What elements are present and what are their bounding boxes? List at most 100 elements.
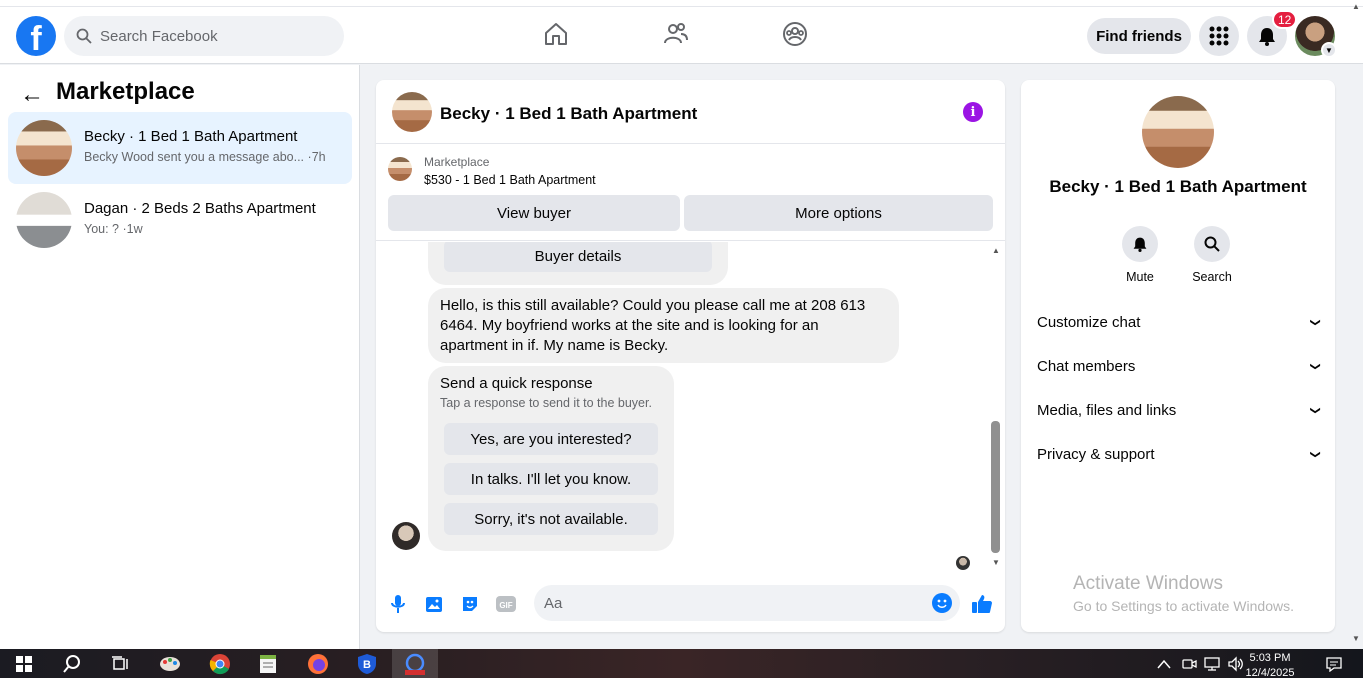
marketplace-inbox: ← Marketplace Becky · 1 Bed 1 Bath Apart… [0, 65, 360, 649]
listing-thumbnail[interactable] [392, 92, 432, 132]
quick-response-subtitle: Tap a response to send it to the buyer. [440, 396, 652, 410]
message-line: 6464. My boyfriend works at the site and… [440, 317, 819, 334]
listing-thumbnail[interactable] [1142, 96, 1214, 168]
friends-icon[interactable] [662, 20, 690, 48]
row-label: Customize chat [1037, 313, 1141, 331]
groups-icon[interactable] [781, 20, 809, 48]
notepad-app-icon[interactable] [256, 652, 280, 676]
menu-grid-button[interactable] [1199, 16, 1239, 56]
scrollbar[interactable]: ▲ ▼ [990, 246, 1002, 568]
windows-start-icon[interactable] [12, 652, 36, 676]
message-list: Buyer details Hello, is this still avail… [376, 242, 1005, 572]
svg-text:B: B [363, 659, 371, 671]
chat-header: Becky · 1 Bed 1 Bath Apartment i [376, 80, 1005, 144]
chrome-icon[interactable] [208, 652, 232, 676]
task-view-icon[interactable] [108, 652, 132, 676]
grid-icon [1209, 26, 1229, 46]
paint-app-icon[interactable] [158, 652, 182, 676]
home-icon[interactable] [542, 20, 570, 48]
scroll-thumb[interactable] [991, 421, 1000, 553]
clock-time[interactable]: 5:03 PM [1240, 652, 1300, 665]
search-icon[interactable] [60, 652, 84, 676]
privacy-support-row[interactable]: Privacy & support ❯ [1021, 432, 1335, 476]
conversation-snippet: You: ? ·1w [84, 222, 143, 236]
search-box[interactable] [64, 16, 344, 56]
listing-price-title[interactable]: $530 - 1 Bed 1 Bath Apartment [424, 173, 596, 187]
row-label: Media, files and links [1037, 401, 1177, 419]
marketplace-label: Marketplace [424, 155, 490, 169]
sticker-icon[interactable] [458, 592, 482, 616]
facebook-logo[interactable]: f [16, 16, 56, 56]
app-icon[interactable] [403, 652, 427, 676]
media-files-links-row[interactable]: Media, files and links ❯ [1021, 388, 1335, 432]
search-icon [76, 28, 92, 44]
conversation-title: Becky · 1 Bed 1 Bath Apartment [84, 128, 298, 145]
conversation-title: Dagan · 2 Beds 2 Baths Apartment [84, 200, 316, 217]
page-scroll-down-icon[interactable]: ▼ [1352, 634, 1360, 643]
bell-icon [1259, 28, 1275, 46]
quick-reply-button[interactable]: In talks. I'll let you know. [444, 463, 658, 495]
conversation-item[interactable]: Dagan · 2 Beds 2 Baths Apartment You: ? … [8, 184, 352, 256]
message-line: apartment in if. My name is Becky. [440, 337, 669, 354]
thumbs-up-icon[interactable] [970, 592, 994, 616]
back-arrow-icon[interactable]: ← [20, 81, 44, 109]
search-label: Search [1192, 270, 1232, 284]
details-title: Becky · 1 Bed 1 Bath Apartment [1049, 177, 1307, 196]
seen-indicator-avatar [956, 556, 970, 570]
shield-app-icon[interactable]: B [355, 652, 379, 676]
customize-chat-row[interactable]: Customize chat ❯ [1021, 300, 1335, 344]
chat-panel: Becky · 1 Bed 1 Bath Apartment i Marketp… [376, 80, 1005, 632]
scroll-up-icon[interactable]: ▲ [992, 246, 1000, 255]
notification-center-icon[interactable] [1322, 652, 1346, 676]
info-icon[interactable]: i [963, 102, 983, 122]
quick-reply-button[interactable]: Sorry, it's not available. [444, 503, 658, 535]
top-divider [0, 6, 1363, 7]
page-title: Marketplace [56, 78, 195, 105]
activate-windows-watermark: Activate Windows [1073, 573, 1223, 594]
chevron-down-icon: ❯ [1309, 317, 1321, 327]
more-options-button[interactable]: More options [684, 195, 993, 231]
find-friends-button[interactable]: Find friends [1087, 18, 1191, 54]
clock-date[interactable]: 12/4/2025 [1240, 667, 1300, 678]
message-line: Hello, is this still available? Could yo… [440, 297, 866, 314]
quick-reply-button[interactable]: Yes, are you interested? [444, 423, 658, 455]
microphone-icon[interactable] [386, 592, 410, 616]
sender-avatar [392, 522, 420, 550]
chevron-down-icon[interactable]: ▼ [1321, 42, 1337, 58]
emoji-icon[interactable] [932, 593, 952, 613]
buyer-details-button[interactable]: Buyer details [444, 242, 712, 272]
chat-title[interactable]: Becky · 1 Bed 1 Bath Apartment [440, 104, 697, 124]
page-scroll-up-icon[interactable]: ▲ [1352, 2, 1360, 11]
chevron-down-icon: ❯ [1309, 449, 1321, 459]
message-composer: GIF [376, 580, 1005, 632]
chat-members-row[interactable]: Chat members ❯ [1021, 344, 1335, 388]
view-buyer-button[interactable]: View buyer [388, 195, 680, 231]
listing-banner: Marketplace $530 - 1 Bed 1 Bath Apartmen… [376, 145, 1005, 241]
photo-icon[interactable] [422, 592, 446, 616]
chevron-up-icon[interactable] [1152, 652, 1176, 676]
notification-badge: 12 [1272, 10, 1298, 29]
chat-details-panel: Becky · 1 Bed 1 Bath Apartment Mute Sear… [1021, 80, 1335, 632]
quick-response-title: Send a quick response [440, 375, 593, 392]
listing-thumbnail [388, 157, 412, 181]
conversation-item[interactable]: Becky · 1 Bed 1 Bath Apartment Becky Woo… [8, 112, 352, 184]
conversation-snippet: Becky Wood sent you a message abo... ·7h [84, 150, 326, 164]
listing-thumbnail [16, 120, 72, 176]
meet-now-icon[interactable] [1177, 652, 1201, 676]
search-icon [1204, 236, 1220, 252]
firefox-icon[interactable] [306, 652, 330, 676]
activate-windows-hint: Go to Settings to activate Windows. [1073, 598, 1294, 614]
network-icon[interactable] [1200, 652, 1224, 676]
scroll-down-icon[interactable]: ▼ [992, 558, 1000, 567]
row-label: Chat members [1037, 357, 1136, 375]
mute-label: Mute [1126, 270, 1154, 284]
message-input[interactable] [534, 585, 960, 621]
listing-thumbnail [16, 192, 72, 248]
gif-icon[interactable]: GIF [494, 592, 518, 616]
chevron-down-icon: ❯ [1309, 361, 1321, 371]
search-in-chat-button[interactable]: Search [1182, 226, 1242, 284]
search-input[interactable] [100, 27, 330, 45]
svg-text:GIF: GIF [499, 601, 512, 610]
bell-icon [1133, 237, 1147, 252]
mute-button[interactable]: Mute [1110, 226, 1170, 284]
